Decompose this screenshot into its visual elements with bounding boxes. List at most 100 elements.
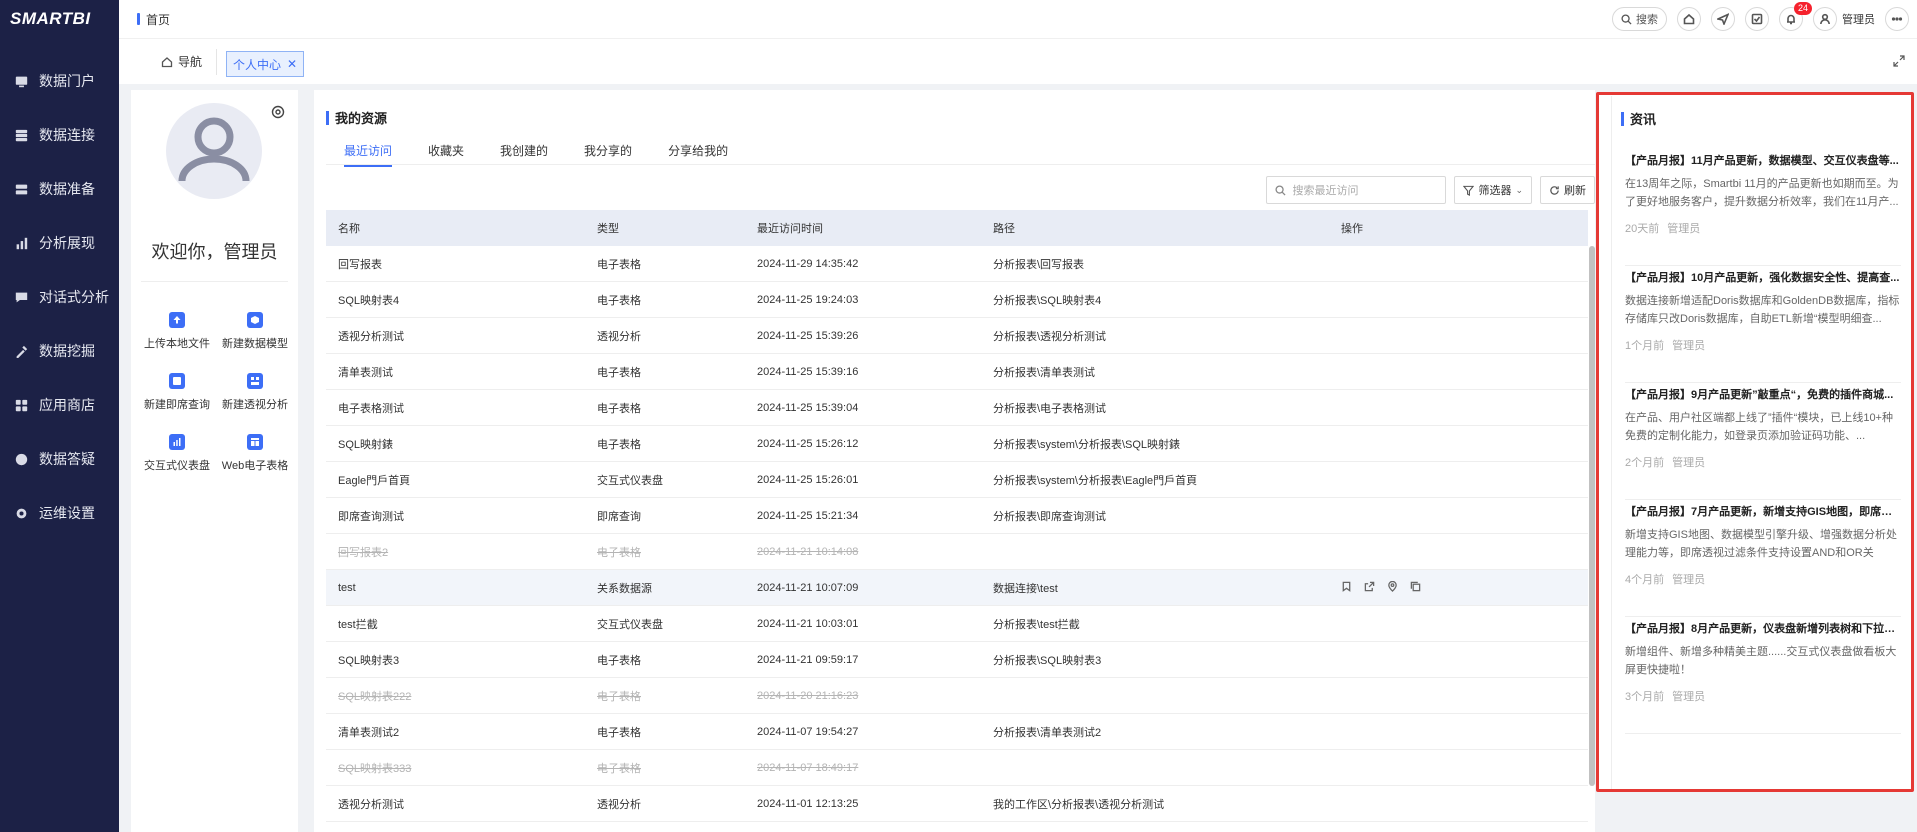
news-item[interactable]: 【产品月报】10月产品更新，强化数据安全性、提高查... 数据连接新增适配Dori…	[1625, 266, 1901, 383]
user-name: 管理员	[1842, 14, 1875, 26]
tasks-button[interactable]	[1745, 7, 1769, 31]
table-row[interactable]: 电子表格测试 电子表格 2024-11-25 15:39:04 分析报表\电子表格测试	[326, 390, 1588, 426]
news-item[interactable]: 【产品月报】11月产品更新，数据模型、交互仪表盘等... 在13周年之际，Smar…	[1625, 149, 1901, 266]
breadcrumb-home[interactable]: 首页	[146, 11, 170, 28]
news-item-title[interactable]: 【产品月报】11月产品更新，数据模型、交互仪表盘等...	[1625, 152, 1901, 168]
news-item-summary: 在产品、用户社区端都上线了”插件“模块，已上线10+种免费的定制化能力，如登录页…	[1625, 412, 1893, 442]
cube-icon	[247, 312, 263, 328]
notifications-button[interactable]: 24	[1779, 2, 1812, 31]
send-button[interactable]	[1711, 7, 1735, 31]
sidebar-item-chat-analysis[interactable]: 对话式分析	[0, 270, 119, 324]
upload-icon	[169, 312, 185, 328]
news-item-title[interactable]: 【产品月报】10月产品更新，强化数据安全性、提高查...	[1625, 269, 1901, 285]
table-scrollbar[interactable]	[1589, 246, 1595, 786]
sidebar-item-data-prepare[interactable]: 数据准备	[0, 162, 119, 216]
checklist-icon	[1751, 13, 1763, 25]
table-row[interactable]: 透视分析测试 透视分析 2024-11-25 15:39:26 分析报表\透视分析测试	[326, 318, 1588, 354]
sidebar-item-app-store[interactable]: 应用商店	[0, 378, 119, 432]
news-item-summary: 新增组件、新增多种精美主题......交互式仪表盘做看板大屏更快捷啦！	[1625, 646, 1897, 676]
close-icon[interactable]: ✕	[287, 57, 297, 71]
refresh-button[interactable]: 刷新	[1540, 176, 1595, 204]
cell-name: SQL映射錶	[338, 438, 394, 451]
copy-icon[interactable]	[1410, 581, 1421, 595]
news-item-title[interactable]: 【产品月报】8月产品更新，仪表盘新增列表树和下拉树...	[1625, 620, 1901, 636]
table-row[interactable]: SQL映射表333 电子表格 2024-11-07 18:49:17	[326, 750, 1588, 786]
new-pivot-analysis-button[interactable]: 新建透视分析	[216, 373, 294, 412]
table-row[interactable]: 清单表测试2 电子表格 2024-11-07 19:54:27 分析报表\清单表测试2	[326, 714, 1588, 750]
sidebar-item-analysis[interactable]: 分析展现	[0, 216, 119, 270]
sidebar-item-data-help[interactable]: 数据答疑	[0, 432, 119, 486]
table-row[interactable]: test拦截 交互式仪表盘 2024-11-21 10:03:01 分析报表\test…	[326, 606, 1588, 642]
cell-name: SQL映射表4	[338, 294, 400, 307]
cell-time: 2024-11-07 19:54:27	[757, 725, 859, 738]
cell-type: 交互式仪表盘	[597, 618, 663, 631]
interactive-dashboard-button[interactable]: 交互式仪表盘	[138, 434, 216, 473]
cell-time: 2024-11-25 15:39:04	[757, 401, 859, 414]
sidebar-item-data-mining[interactable]: 数据挖掘	[0, 324, 119, 378]
section-title: 我的资源	[326, 108, 387, 127]
home-button[interactable]	[1677, 7, 1701, 31]
cell-type: 电子表格	[597, 726, 641, 739]
sidebar-item-label: 数据连接	[39, 127, 95, 143]
locate-icon[interactable]	[1387, 580, 1398, 595]
table-row[interactable]: 回写报表2 电子表格 2024-11-21 10:14:08	[326, 534, 1588, 570]
news-item-summary: 新增支持GIS地图、数据模型引擎升级、增强数据分析处理能力等，即席透视过滤条件支…	[1625, 529, 1897, 559]
cell-type: 电子表格	[597, 654, 641, 667]
cell-name: 清单表测试	[338, 366, 393, 379]
news-item-meta: 2个月前 管理员	[1625, 454, 1901, 470]
column-header-time: 最近访问时间	[757, 223, 823, 235]
table-row[interactable]: 清单表测试 电子表格 2024-11-25 15:39:16 分析报表\清单表测试	[326, 354, 1588, 390]
open-icon[interactable]	[1364, 581, 1375, 595]
tab-navigation[interactable]: 导航	[161, 53, 202, 70]
table-row[interactable]: 即席查询测试 即席查询 2024-11-25 15:21:34 分析报表\即席查询测试	[326, 498, 1588, 534]
sidebar-item-data-connection[interactable]: 数据连接	[0, 108, 119, 162]
table-row[interactable]: 透视分析测试 透视分析 2024-11-01 12:13:25 我的工作区\分析报表\…	[326, 786, 1588, 822]
user-icon	[178, 117, 250, 182]
user-menu[interactable]: 管理员	[1813, 7, 1875, 31]
gear-icon	[271, 105, 285, 119]
sidebar-item-label: 分析展现	[39, 235, 95, 251]
fullscreen-button[interactable]	[1893, 55, 1905, 70]
news-item[interactable]: 【产品月报】9月产品更新”敲重点“，免费的插件商城... 在产品、用户社区端都上线…	[1625, 383, 1901, 500]
filter-button[interactable]: 筛选器 ⌄	[1454, 176, 1532, 204]
table-row[interactable]: Eagle門戶首頁 交互式仪表盘 2024-11-25 15:26:01 分析报表\s…	[326, 462, 1588, 498]
news-item-title[interactable]: 【产品月报】9月产品更新”敲重点“，免费的插件商城...	[1625, 386, 1901, 402]
news-item-title[interactable]: 【产品月报】7月产品更新，新增支持GIS地图，即席透...	[1625, 503, 1901, 519]
table-row[interactable]: 回写报表 电子表格 2024-11-29 14:35:42 分析报表\回写报表	[326, 246, 1588, 282]
sidebar-item-ops-settings[interactable]: 运维设置	[0, 486, 119, 540]
section-title: 资讯	[1621, 109, 1656, 128]
new-data-model-button[interactable]: 新建数据模型	[216, 312, 294, 351]
cell-path: 分析报表\电子表格测试	[993, 402, 1107, 415]
web-spreadsheet-button[interactable]: Web电子表格	[216, 434, 294, 473]
query-icon	[169, 373, 185, 389]
tab-personal-center[interactable]: 个人中心 ✕	[226, 51, 305, 77]
column-header-type: 类型	[597, 223, 619, 235]
more-button[interactable]	[1885, 7, 1909, 31]
profile-avatar[interactable]	[166, 103, 262, 199]
app-logo[interactable]: SMARTBI	[0, 0, 119, 38]
news-item-meta: 3个月前 管理员	[1625, 688, 1901, 704]
table-row[interactable]: SQL映射錶 电子表格 2024-11-25 15:26:12 分析报表\system…	[326, 426, 1588, 462]
bookmark-icon[interactable]	[1341, 581, 1352, 595]
table-row[interactable]: SQL映射表222 电子表格 2024-11-20 21:16:23	[326, 678, 1588, 714]
mining-icon	[14, 344, 28, 358]
news-item-meta: 1个月前 管理员	[1625, 337, 1901, 353]
table-row[interactable]: SQL映射表4 电子表格 2024-11-25 19:24:03 分析报表\SQL映射…	[326, 282, 1588, 318]
new-adhoc-query-button[interactable]: 新建即席查询	[138, 373, 216, 412]
sidebar-item-data-portal[interactable]: 数据门户	[0, 54, 119, 108]
news-item[interactable]: 【产品月报】8月产品更新，仪表盘新增列表树和下拉树... 新增组件、新增多种精美主…	[1625, 617, 1901, 734]
cell-name: 电子表格测试	[338, 402, 404, 415]
news-divider	[1611, 96, 1612, 789]
title-marker	[1621, 111, 1624, 126]
global-search-button[interactable]: 搜索	[1612, 7, 1667, 31]
news-item-summary: 数据连接新增适配Doris数据库和GoldenDB数据库，指标存储库只改Dori…	[1625, 295, 1900, 325]
cell-path: 分析报表\清单表测试	[993, 366, 1096, 379]
upload-file-button[interactable]: 上传本地文件	[138, 312, 216, 351]
recent-search-input[interactable]: 搜索最近访问	[1266, 176, 1447, 204]
news-item[interactable]: 【产品月报】7月产品更新，新增支持GIS地图，即席透... 新增支持GIS地图、数…	[1625, 500, 1901, 617]
table-row[interactable]: test 关系数据源 2024-11-21 10:07:09 数据连接\test	[326, 570, 1588, 606]
home-icon	[1683, 13, 1695, 25]
cell-path: 分析报表\即席查询测试	[993, 510, 1107, 523]
table-row[interactable]: SQL映射表3 电子表格 2024-11-21 09:59:17 分析报表\SQL映射…	[326, 642, 1588, 678]
profile-settings-button[interactable]	[270, 104, 286, 123]
